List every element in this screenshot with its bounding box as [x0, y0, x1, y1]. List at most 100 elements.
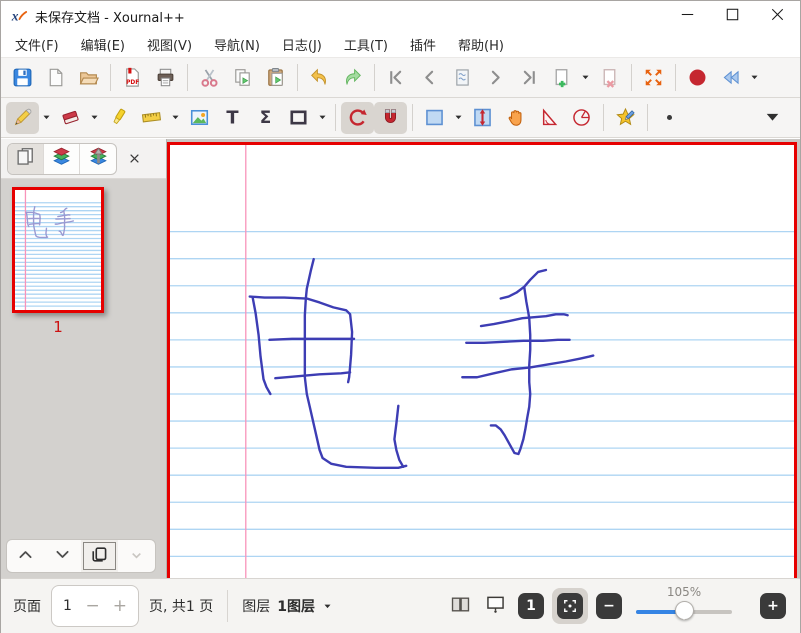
compass-tool-button[interactable] — [565, 102, 598, 134]
export-pdf-button[interactable]: PDF — [116, 62, 149, 94]
vspace-icon — [472, 107, 493, 128]
sidebar-tab-group — [7, 142, 117, 175]
insert-page-dropdown[interactable] — [578, 62, 593, 94]
rewind-audio-button[interactable] — [714, 62, 747, 94]
shape-recognizer-button[interactable] — [609, 102, 642, 134]
shape-tool-dropdown[interactable] — [315, 102, 330, 134]
menu-edit[interactable]: 编辑(E) — [70, 31, 136, 58]
presentation-icon — [485, 594, 506, 619]
menu-help[interactable]: 帮助(H) — [447, 31, 515, 58]
menu-view[interactable]: 视图(V) — [136, 31, 203, 58]
menu-file[interactable]: 文件(F) — [4, 31, 70, 58]
chevron-down-icon — [170, 108, 181, 127]
math-tex-tool-button[interactable]: Σ — [249, 102, 282, 134]
maximize-button[interactable] — [710, 1, 755, 31]
page-thumbnail[interactable] — [12, 187, 104, 313]
duplicate-page-button[interactable] — [81, 540, 118, 572]
zoom-out-button[interactable]: − — [596, 593, 622, 619]
open-button[interactable] — [72, 62, 105, 94]
new-file-icon — [45, 67, 66, 88]
page-number-decrement[interactable]: − — [86, 596, 100, 616]
redo-button[interactable] — [336, 62, 369, 94]
rotate-icon — [347, 107, 368, 128]
select-rectangle-dropdown[interactable] — [451, 102, 466, 134]
menu-plugins[interactable]: 插件 — [399, 31, 447, 58]
fullscreen-icon — [643, 67, 664, 88]
insert-page-button[interactable] — [545, 62, 578, 94]
page-number-spinbox[interactable]: 1 − + — [51, 585, 139, 627]
cut-button[interactable] — [193, 62, 226, 94]
image-icon — [189, 107, 210, 128]
layer-value: 1图层 — [277, 599, 316, 615]
preview-layers-tab[interactable] — [44, 143, 80, 174]
last-page-button[interactable] — [512, 62, 545, 94]
grid-snapping-button[interactable] — [374, 101, 407, 134]
vertical-space-tool-button[interactable] — [466, 102, 499, 134]
page-thumbnail-drawing — [15, 190, 101, 310]
sidebar-close-button[interactable] — [122, 147, 146, 171]
page-number-increment[interactable]: + — [113, 596, 127, 616]
sidebar-nav — [6, 539, 156, 573]
text-tool-button[interactable]: T — [216, 102, 249, 134]
next-annotated-page-button[interactable] — [446, 62, 479, 94]
next-page-button[interactable] — [479, 62, 512, 94]
layer-selector[interactable]: 图层 1图层 — [242, 596, 333, 616]
undo-button[interactable] — [303, 62, 336, 94]
paste-button[interactable] — [259, 62, 292, 94]
previous-page-button[interactable] — [413, 62, 446, 94]
menu-journal[interactable]: 日志(J) — [271, 31, 333, 58]
zoom-fit-button[interactable] — [557, 593, 583, 619]
copy-button[interactable] — [226, 62, 259, 94]
eraser-tool-button[interactable] — [54, 102, 87, 134]
layers-tab-icon — [51, 146, 72, 171]
print-button[interactable] — [149, 62, 182, 94]
zoom-slider-thumb[interactable] — [674, 601, 694, 620]
title-bar: x 未保存文档 - Xournal++ — [1, 1, 800, 31]
pen-tool-dropdown[interactable] — [39, 102, 54, 134]
close-button[interactable] — [755, 1, 800, 31]
preview-pages-tab[interactable] — [8, 143, 44, 174]
eraser-tool-dropdown[interactable] — [87, 102, 102, 134]
fullscreen-button[interactable] — [637, 62, 670, 94]
move-page-button[interactable] — [118, 540, 155, 572]
setsquare-tool-button[interactable] — [532, 102, 565, 134]
page-thumbnail-number: 1 — [53, 318, 63, 336]
page-down-button[interactable] — [44, 540, 81, 572]
line-thickness-fine-button[interactable] — [653, 102, 686, 134]
zoom-in-button[interactable]: + — [760, 593, 786, 619]
preview-layerstack-tab[interactable] — [80, 144, 116, 174]
image-tool-button[interactable] — [183, 102, 216, 134]
ruler-tool-dropdown[interactable] — [168, 102, 183, 134]
minimize-button[interactable] — [665, 1, 710, 31]
presentation-mode-button[interactable] — [481, 592, 510, 621]
page-up-button[interactable] — [7, 540, 44, 572]
pen-tool-button[interactable] — [6, 101, 39, 134]
ruler-tool-button[interactable] — [135, 102, 168, 134]
paired-pages-button[interactable] — [446, 592, 475, 621]
toolbar-more-button[interactable] — [756, 102, 789, 134]
first-page-button[interactable] — [380, 62, 413, 94]
page-number-value: 1 — [63, 598, 72, 614]
new-document-button[interactable] — [39, 62, 72, 94]
menu-navigation[interactable]: 导航(N) — [203, 31, 271, 58]
record-audio-button[interactable] — [681, 62, 714, 94]
go-first-icon — [386, 67, 407, 88]
highlighter-tool-button[interactable] — [102, 102, 135, 134]
menu-tools[interactable]: 工具(T) — [333, 31, 399, 58]
zoom-100-button[interactable]: 1 — [518, 593, 544, 619]
delete-page-icon — [599, 67, 620, 88]
record-icon — [687, 67, 708, 88]
toolbar-separator — [631, 64, 632, 91]
rotation-snapping-button[interactable] — [341, 101, 374, 134]
chevron-down-icon — [317, 108, 328, 127]
xournalpp-window: x 未保存文档 - Xournal++ 文件(F) 编辑(E) 视图(V) 导航(N)… — [0, 0, 801, 633]
shape-recognizer-icon — [615, 107, 636, 128]
shape-tool-button[interactable] — [282, 102, 315, 134]
rewind-audio-dropdown[interactable] — [747, 62, 762, 94]
delete-page-button[interactable] — [593, 62, 626, 94]
hand-tool-button[interactable] — [499, 102, 532, 134]
rewind-icon — [720, 67, 741, 88]
document-page[interactable] — [167, 142, 797, 578]
select-rectangle-button[interactable] — [418, 102, 451, 134]
save-button[interactable] — [6, 62, 39, 94]
